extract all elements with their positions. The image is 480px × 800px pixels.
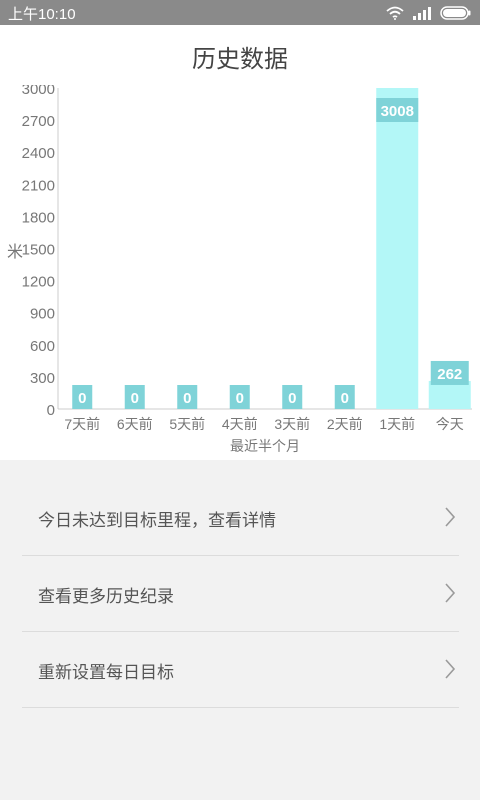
y-tick-label: 1800 bbox=[22, 209, 55, 226]
data-label: 0 bbox=[236, 390, 244, 407]
status-bar: 上午10:10 bbox=[0, 0, 480, 25]
x-tick-label: 2天前 bbox=[327, 416, 363, 432]
x-tick-label: 7天前 bbox=[64, 416, 100, 432]
status-icons bbox=[386, 4, 472, 22]
data-label: 3008 bbox=[381, 103, 414, 120]
history-chart: 0 300 600 900 1200 1500 1800 2100 2400 2700 3000 米最… bbox=[0, 81, 480, 460]
y-tick-label: 3000 bbox=[22, 85, 55, 98]
menu-list: 今日未达到目标里程，查看详情 查看更多历史纪录 重新设置每日目标 bbox=[0, 460, 480, 800]
y-tick-label: 1200 bbox=[22, 274, 55, 291]
y-tick-label: 2100 bbox=[22, 177, 55, 194]
data-label: 0 bbox=[131, 390, 139, 407]
y-tick-label: 1500 bbox=[22, 242, 55, 259]
menu-item-label: 查看更多历史纪录 bbox=[38, 587, 174, 607]
title-bar: 历史数据 bbox=[0, 25, 480, 86]
battery-icon bbox=[440, 6, 471, 20]
menu-item-more-history[interactable]: 查看更多历史纪录 bbox=[22, 556, 459, 632]
y-tick-label: 600 bbox=[30, 338, 55, 355]
y-tick-label: 300 bbox=[30, 370, 55, 387]
menu-item-reset-daily-goal[interactable]: 重新设置每日目标 bbox=[22, 632, 459, 708]
x-tick-label: 1天前 bbox=[379, 416, 415, 432]
data-label: 0 bbox=[183, 390, 191, 407]
y-tick-label: 0 bbox=[47, 402, 55, 419]
bar bbox=[376, 88, 419, 409]
x-tick-label: 6天前 bbox=[117, 416, 153, 432]
x-tick-label: 3天前 bbox=[274, 416, 310, 432]
x-tick-label: 今天 bbox=[436, 416, 464, 432]
y-tick-label: 900 bbox=[30, 306, 55, 323]
menu-item-label: 重新设置每日目标 bbox=[38, 663, 174, 683]
x-axis-label: 最近半个月 bbox=[230, 438, 300, 454]
data-label: 0 bbox=[341, 390, 349, 407]
menu-item-today-goal-details[interactable]: 今日未达到目标里程，查看详情 bbox=[22, 480, 459, 556]
chevron-right-icon bbox=[445, 583, 456, 603]
bar bbox=[428, 380, 471, 409]
wifi-icon bbox=[386, 6, 404, 20]
chevron-right-icon bbox=[445, 659, 456, 679]
page-title: 历史数据 bbox=[192, 45, 288, 73]
menu-item-label: 今日未达到目标里程，查看详情 bbox=[38, 511, 276, 531]
y-tick-label: 2700 bbox=[22, 113, 55, 130]
data-label: 0 bbox=[288, 390, 296, 407]
y-tick-label: 2400 bbox=[22, 145, 55, 162]
x-tick-label: 4天前 bbox=[222, 416, 258, 432]
signal-icon bbox=[413, 7, 431, 20]
bar-chart: 0 300 600 900 1200 1500 1800 2100 2400 2700 3000 米最… bbox=[7, 81, 472, 454]
y-axis-label: 米 bbox=[7, 243, 23, 261]
data-label: 262 bbox=[437, 366, 462, 383]
data-label: 0 bbox=[78, 390, 86, 407]
chevron-right-icon bbox=[445, 507, 456, 527]
status-time: 上午10:10 bbox=[8, 6, 76, 23]
x-tick-label: 5天前 bbox=[169, 416, 205, 432]
